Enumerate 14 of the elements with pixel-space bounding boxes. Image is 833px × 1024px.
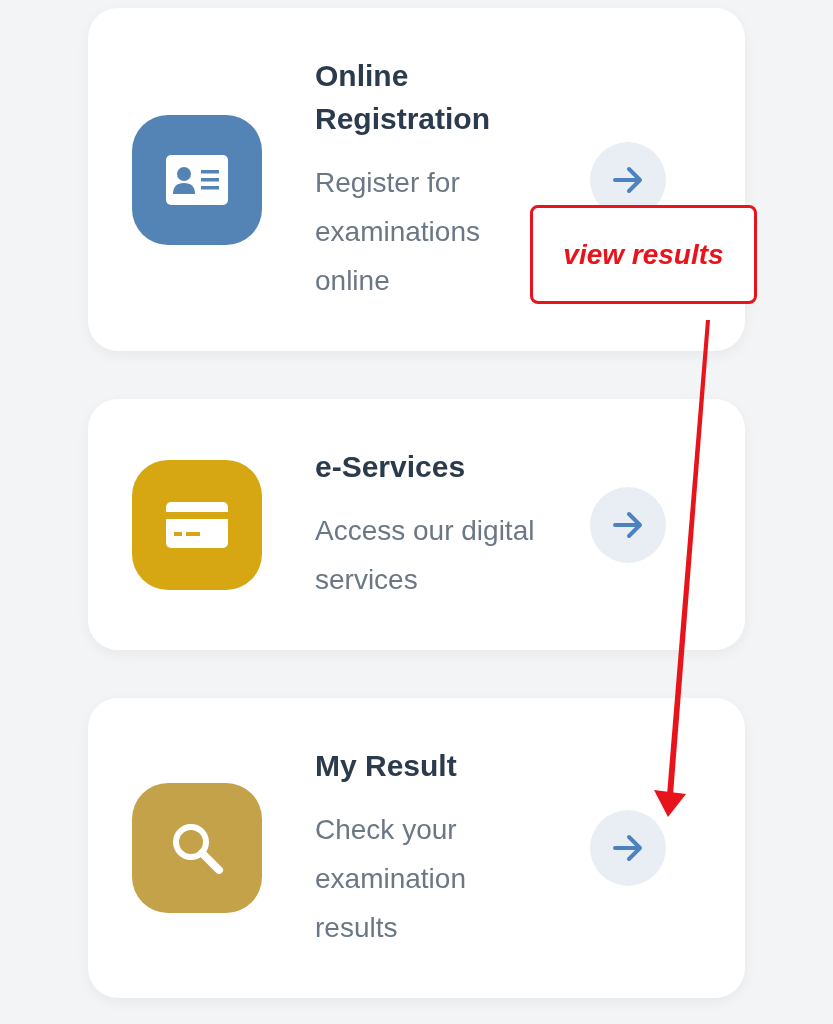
arrow-right-icon [612, 165, 644, 194]
card-description: Check your examination results [315, 813, 467, 945]
arrow-right-icon [612, 834, 644, 862]
card-description: Access our digital services [315, 514, 536, 597]
card-title: Online Registration [315, 58, 492, 137]
service-card[interactable]: My Result Check your examination results [88, 698, 745, 998]
card-title: My Result [315, 748, 458, 784]
card-title: e-Services [315, 449, 467, 485]
callout-tooltip: view results [530, 205, 757, 304]
card-description: Register for examinations online [315, 166, 481, 298]
id-card-icon [166, 154, 228, 205]
arrow-right-icon [612, 510, 644, 539]
credit-card-icon [166, 501, 228, 548]
service-card[interactable]: e-Services Access our digital services [88, 399, 745, 650]
